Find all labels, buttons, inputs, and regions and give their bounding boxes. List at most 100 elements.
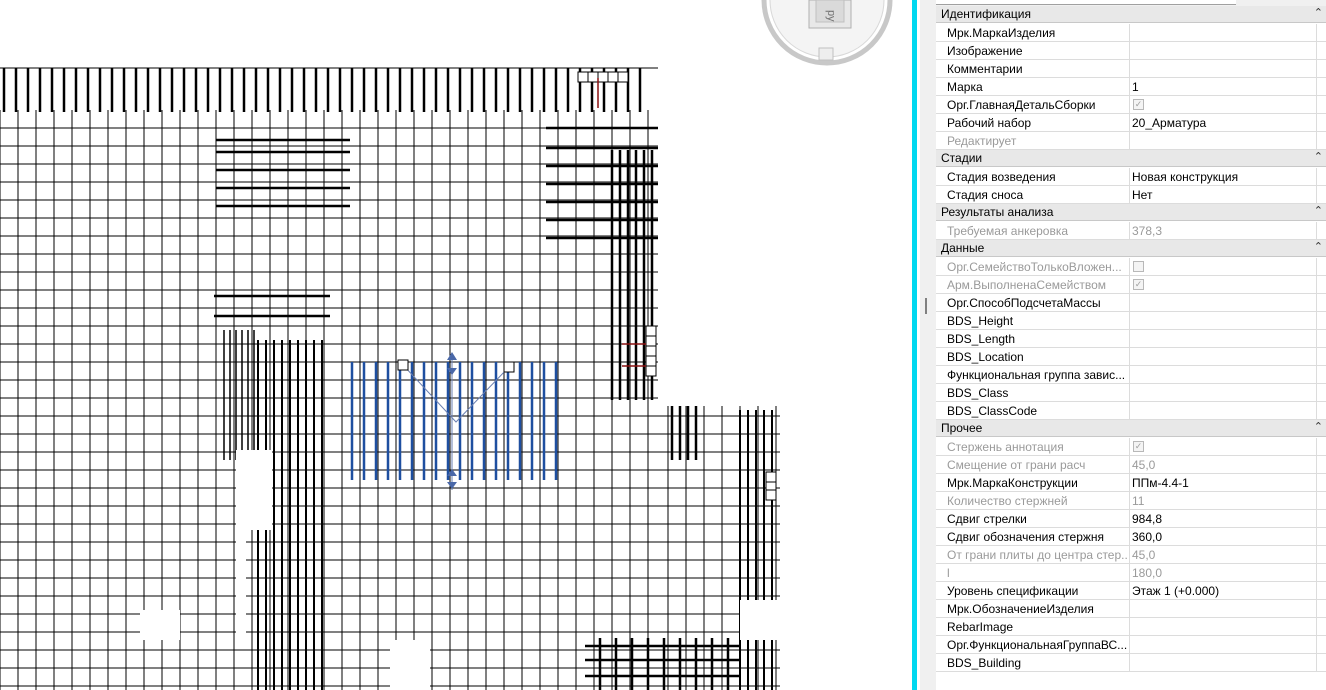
viewcube-label: ру — [825, 10, 837, 22]
property-name: BDS_Building — [947, 656, 1022, 670]
double-chevron-up-icon[interactable]: ⌃ — [1314, 6, 1323, 19]
property-value[interactable]: Нет — [1132, 188, 1312, 202]
drawing-canvas[interactable]: ру — [0, 0, 912, 690]
property-row[interactable]: BDS_Length — [936, 330, 1326, 348]
rebar-tag-icon[interactable] — [607, 71, 619, 83]
column-divider — [1316, 528, 1317, 545]
column-divider — [1129, 24, 1130, 41]
column-divider — [1316, 582, 1317, 599]
column-divider — [1316, 456, 1317, 473]
property-row[interactable]: BDS_Class — [936, 384, 1326, 402]
column-divider — [1316, 384, 1317, 401]
double-chevron-up-icon[interactable]: ⌃ — [1314, 420, 1323, 433]
property-row[interactable]: Мрк.МаркаКонструкции ППм-4.4-1 — [936, 474, 1326, 492]
property-row[interactable]: Изображение — [936, 42, 1326, 60]
section-title: Стадии — [941, 151, 983, 165]
rebar-tag-icon[interactable] — [645, 335, 657, 347]
property-value[interactable]: Этаж 1 (+0.000) — [1132, 584, 1312, 598]
section-other[interactable]: Прочее ⌃ — [936, 420, 1326, 437]
property-row[interactable]: Функциональная группа завис... — [936, 366, 1326, 384]
property-row[interactable]: BDS_Building — [936, 654, 1326, 672]
column-divider — [1316, 114, 1317, 131]
property-row[interactable]: Мрк.МаркаИзделия — [936, 24, 1326, 42]
property-value[interactable]: 360,0 — [1132, 530, 1312, 544]
column-divider — [1129, 186, 1130, 203]
resize-grip-icon[interactable] — [925, 298, 927, 314]
rebar-tag-icon[interactable] — [645, 345, 657, 357]
rebar-tag-icon[interactable] — [645, 325, 657, 337]
rebar-tag-icon[interactable] — [645, 355, 657, 367]
double-chevron-up-icon[interactable]: ⌃ — [1314, 240, 1323, 253]
column-divider — [1316, 474, 1317, 491]
property-row[interactable]: Рабочий набор 20_Арматура — [936, 114, 1326, 132]
double-chevron-up-icon[interactable]: ⌃ — [1314, 150, 1323, 163]
property-row[interactable]: Орг.СпособПодсчетаМассы — [936, 294, 1326, 312]
property-row[interactable]: Орг.ГлавнаяДетальСборки — [936, 96, 1326, 114]
rebar-tag-icon[interactable] — [617, 71, 629, 83]
property-name: BDS_ClassCode — [947, 404, 1038, 418]
property-row[interactable]: BDS_ClassCode — [936, 402, 1326, 420]
section-analysis[interactable]: Результаты анализа ⌃ — [936, 204, 1326, 221]
property-row[interactable]: BDS_Height — [936, 312, 1326, 330]
property-name: Орг.ФункциональнаяГруппаВС... — [947, 638, 1127, 652]
rebar-tag-icon[interactable] — [765, 471, 777, 483]
property-row: Смещение от грани расч 45,0 — [936, 456, 1326, 474]
column-divider — [1129, 330, 1130, 347]
property-value[interactable]: 984,8 — [1132, 512, 1312, 526]
property-row[interactable]: Сдвиг стрелки 984,8 — [936, 510, 1326, 528]
property-row[interactable]: Марка 1 — [936, 78, 1326, 96]
property-value[interactable]: 1 — [1132, 80, 1312, 94]
column-divider — [1316, 24, 1317, 41]
section-data[interactable]: Данные ⌃ — [936, 240, 1326, 257]
column-divider — [1129, 438, 1130, 455]
property-value: 45,0 — [1132, 458, 1156, 472]
rebar-tag-icon[interactable] — [765, 489, 777, 501]
type-selector-edge[interactable] — [936, 0, 1236, 5]
property-row[interactable]: Стадия сноса Нет — [936, 186, 1326, 204]
rebar-tag-icon[interactable] — [397, 359, 409, 371]
column-divider — [1316, 96, 1317, 113]
property-name: Мрк.МаркаКонструкции — [947, 476, 1078, 490]
section-title: Данные — [941, 241, 985, 255]
column-divider — [1129, 60, 1130, 77]
property-name: Арм.ВыполненаСемейством — [947, 278, 1107, 292]
column-divider — [1129, 474, 1130, 491]
rebar-tag-icon[interactable] — [577, 71, 589, 83]
column-divider — [1129, 96, 1130, 113]
property-value[interactable]: Новая конструкция — [1132, 170, 1312, 184]
column-divider — [1316, 438, 1317, 455]
property-name: Стадия сноса — [947, 188, 1024, 202]
property-value[interactable]: ППм-4.4-1 — [1132, 476, 1312, 490]
column-divider — [1129, 582, 1130, 599]
property-row[interactable]: RebarImage — [936, 618, 1326, 636]
property-row[interactable]: Мрк.ОбозначениеИзделия — [936, 600, 1326, 618]
rebar-tag-icon[interactable] — [587, 71, 599, 83]
column-divider — [1129, 222, 1130, 239]
property-row[interactable]: Сдвиг обозначения стержня 360,0 — [936, 528, 1326, 546]
property-row[interactable]: BDS_Location — [936, 348, 1326, 366]
void-region — [390, 640, 430, 690]
property-checkbox — [1133, 279, 1144, 290]
property-checkbox[interactable] — [1133, 99, 1144, 110]
property-row[interactable]: Уровень спецификации Этаж 1 (+0.000) — [936, 582, 1326, 600]
property-row[interactable]: Стадия возведения Новая конструкция — [936, 168, 1326, 186]
section-title: Прочее — [941, 421, 983, 435]
column-divider — [1316, 366, 1317, 383]
property-name: Стержень аннотация — [947, 440, 1064, 454]
drag-arrow-up-icon[interactable] — [447, 352, 457, 360]
rebar-set-span-symbol[interactable] — [403, 365, 509, 423]
property-row[interactable]: Орг.ФункциональнаяГруппаВС... — [936, 636, 1326, 654]
rebar-tag-icon[interactable] — [597, 71, 609, 83]
property-name: Сдвиг обозначения стержня — [947, 530, 1105, 544]
rebar-plan-view[interactable] — [0, 0, 912, 690]
column-divider — [1129, 492, 1130, 509]
section-identification[interactable]: Идентификация ⌃ — [936, 6, 1326, 23]
property-row[interactable]: Комментарии — [936, 60, 1326, 78]
rebar-tag-icon[interactable] — [645, 365, 657, 377]
rebar-tag-icon[interactable] — [503, 361, 515, 373]
double-chevron-up-icon[interactable]: ⌃ — [1314, 204, 1323, 217]
section-phasing[interactable]: Стадии ⌃ — [936, 150, 1326, 167]
property-value: 378,3 — [1132, 224, 1163, 238]
column-divider — [1129, 294, 1130, 311]
property-value[interactable]: 20_Арматура — [1132, 116, 1312, 130]
